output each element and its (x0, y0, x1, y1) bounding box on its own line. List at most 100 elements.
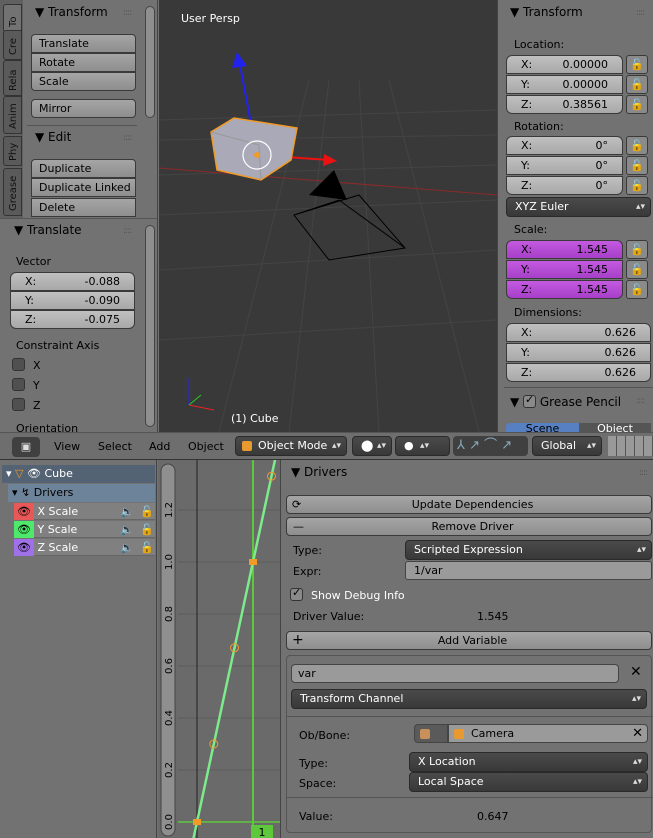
driver-type-dropdown[interactable]: Scripted Expression ▴▾ (405, 540, 652, 560)
3d-viewport[interactable]: User Persp (1) Cube (159, 0, 497, 432)
mode-dropdown[interactable]: Object Mode ▴▾ (235, 436, 347, 456)
channel-drivers[interactable]: ▾ ↯ Drivers (8, 484, 155, 502)
channel-z-scale[interactable]: 👁 Z Scale 🔈 🔓 (14, 539, 155, 556)
editor-type-button[interactable]: ▣ (12, 437, 40, 457)
lock-icon[interactable]: 🔓 (626, 55, 648, 74)
mute-speaker-icon[interactable]: 🔈 (120, 539, 134, 556)
scrollbar[interactable] (145, 6, 155, 118)
lock-icon[interactable]: 🔓 (626, 240, 648, 259)
mute-speaker-icon[interactable]: 🔈 (120, 521, 134, 538)
object-field[interactable]: Camera ✕ (448, 724, 648, 743)
menu-object[interactable]: Object (188, 440, 224, 453)
rotation-y-field[interactable]: Y: 0° (506, 156, 623, 175)
lock-icon[interactable]: 🔓 (140, 521, 154, 538)
scale-x-field[interactable]: X: 1.545 (506, 240, 623, 259)
vector-x-field[interactable]: X: -0.088 (10, 272, 135, 291)
dimensions-z-field[interactable]: Z: 0.626 (506, 363, 651, 382)
transform-space-dropdown[interactable]: Local Space ▴▾ (409, 772, 648, 792)
show-debug-checkbox[interactable]: ✓ (290, 586, 303, 601)
update-dependencies-button[interactable]: ⟳ Update Dependencies (286, 495, 652, 514)
object-type-selector[interactable] (414, 724, 448, 743)
tab-create[interactable]: Cre (3, 30, 22, 60)
scale-z-field[interactable]: Z: 1.545 (506, 280, 623, 299)
drivers-panel-header[interactable]: ▼ Drivers (291, 465, 347, 479)
edit-panel-header[interactable]: ▼ Edit (35, 130, 71, 144)
rotation-z-field[interactable]: Z: 0° (506, 176, 623, 195)
tab-tools[interactable]: To (3, 4, 22, 32)
remove-driver-button[interactable]: — Remove Driver (286, 517, 652, 536)
grease-pencil-checkbox[interactable]: ✓ (523, 393, 537, 408)
lock-icon[interactable]: 🔓 (140, 503, 154, 520)
transform-type-dropdown[interactable]: X Location ▴▾ (409, 752, 648, 772)
vector-y-field[interactable]: Y: -0.090 (10, 291, 135, 310)
y-tick-label: 0.2 (164, 762, 175, 778)
lock-icon[interactable]: 🔓 (626, 136, 648, 155)
pivot-dropdown[interactable]: ● ▴▾ (395, 436, 450, 456)
menu-select[interactable]: Select (98, 440, 132, 453)
tab-relations[interactable]: Rela (3, 60, 22, 96)
pivot-icon: ● (404, 439, 414, 452)
clear-icon[interactable]: ✕ (632, 725, 643, 742)
lock-icon[interactable]: 🔓 (626, 280, 648, 299)
dimensions-y-field[interactable]: Y: 0.626 (506, 343, 651, 362)
rotation-x-field[interactable]: X: 0° (506, 136, 623, 155)
menu-view[interactable]: View (54, 440, 80, 453)
rotation-mode-dropdown[interactable]: XYZ Euler ▴▾ (506, 197, 651, 217)
channel-object-cube[interactable]: ▾ ▽ 👁 Cube (2, 465, 155, 483)
mute-speaker-icon[interactable]: 🔈 (120, 503, 134, 520)
lock-icon[interactable]: 🔓 (140, 539, 154, 556)
lock-icon[interactable]: 🔓 (626, 260, 648, 279)
y-tick-label: 1.0 (164, 554, 175, 570)
transform-panel-header[interactable]: ▼ Transform (510, 5, 583, 19)
shading-dropdown[interactable]: ⬤ ▴▾ (352, 436, 392, 456)
layer-buttons[interactable] (608, 436, 653, 456)
location-y-field[interactable]: Y: 0.00000 (506, 75, 623, 94)
expression-field[interactable]: 1/var (405, 561, 652, 580)
variable-type-dropdown[interactable]: Transform Channel ▴▾ (291, 689, 647, 709)
manipulator-toggles[interactable]: ⅄ ↗ ⌒ ↗ (453, 436, 528, 456)
channel-x-scale[interactable]: 👁 X Scale 🔈 🔓 (14, 503, 155, 520)
graph-editor[interactable]: 0.0 0.2 0.4 0.6 0.8 1.0 1.2 1 (158, 460, 280, 838)
remove-variable-icon[interactable]: ✕ (630, 664, 642, 680)
translate-button[interactable]: Translate (31, 34, 136, 53)
scrollbar[interactable] (145, 225, 155, 427)
y-tick-label: 0.6 (164, 658, 175, 674)
scale-y-field[interactable]: Y: 1.545 (506, 260, 623, 279)
rotate-button[interactable]: Rotate (31, 53, 136, 72)
tab-grease-pencil[interactable]: Grease (3, 168, 22, 216)
transform-panel-header[interactable]: ▼ Transform (35, 5, 108, 19)
add-variable-button[interactable]: + Add Variable (286, 631, 652, 650)
dimensions-x-field[interactable]: X: 0.626 (506, 323, 651, 342)
lock-icon[interactable]: 🔓 (626, 176, 648, 195)
channel-list: ▾ ▽ 👁 Cube ▾ ↯ Drivers 👁 X Scale 🔈 🔓 👁 Y Sc… (0, 460, 157, 838)
duplicate-button[interactable]: Duplicate (31, 159, 136, 178)
grease-pencil-header[interactable]: ▼ ✓ Grease Pencil (510, 393, 621, 409)
lock-icon[interactable]: 🔓 (626, 156, 648, 175)
grip-icon[interactable]: :::: (123, 226, 132, 236)
delete-button[interactable]: Delete (31, 198, 136, 217)
constraint-z-checkbox[interactable] (12, 398, 25, 411)
tab-physics[interactable]: Phy (3, 136, 22, 166)
duplicate-linked-button[interactable]: Duplicate Linked (31, 178, 136, 197)
channel-color-eye-icon[interactable]: 👁 (14, 503, 34, 520)
grip-icon[interactable]: :::: (636, 8, 645, 18)
tab-animation[interactable]: Anim (3, 96, 22, 134)
channel-y-scale[interactable]: 👁 Y Scale 🔈 🔓 (14, 521, 155, 538)
grip-icon[interactable]: :::: (123, 8, 132, 18)
variable-name-field[interactable]: var (291, 664, 619, 683)
channel-color-eye-icon[interactable]: 👁 (14, 521, 34, 538)
location-x-field[interactable]: X: 0.00000 (506, 55, 623, 74)
menu-add[interactable]: Add (149, 440, 170, 453)
transform-orientation-dropdown[interactable]: Global ▴▾ (532, 436, 602, 456)
scale-button[interactable]: Scale (31, 72, 136, 91)
vector-z-field[interactable]: Z: -0.075 (10, 310, 135, 329)
mirror-button[interactable]: Mirror (31, 99, 136, 118)
location-z-field[interactable]: Z: 0.38561 (506, 95, 623, 114)
translate-panel-header[interactable]: ▼ Translate (14, 223, 82, 237)
lock-icon[interactable]: 🔓 (626, 95, 648, 114)
constraint-x-checkbox[interactable] (12, 358, 25, 371)
lock-icon[interactable]: 🔓 (626, 75, 648, 94)
channel-color-eye-icon[interactable]: 👁 (14, 539, 34, 556)
constraint-y-checkbox[interactable] (12, 378, 25, 391)
grip-icon[interactable]: :::: (123, 133, 132, 143)
